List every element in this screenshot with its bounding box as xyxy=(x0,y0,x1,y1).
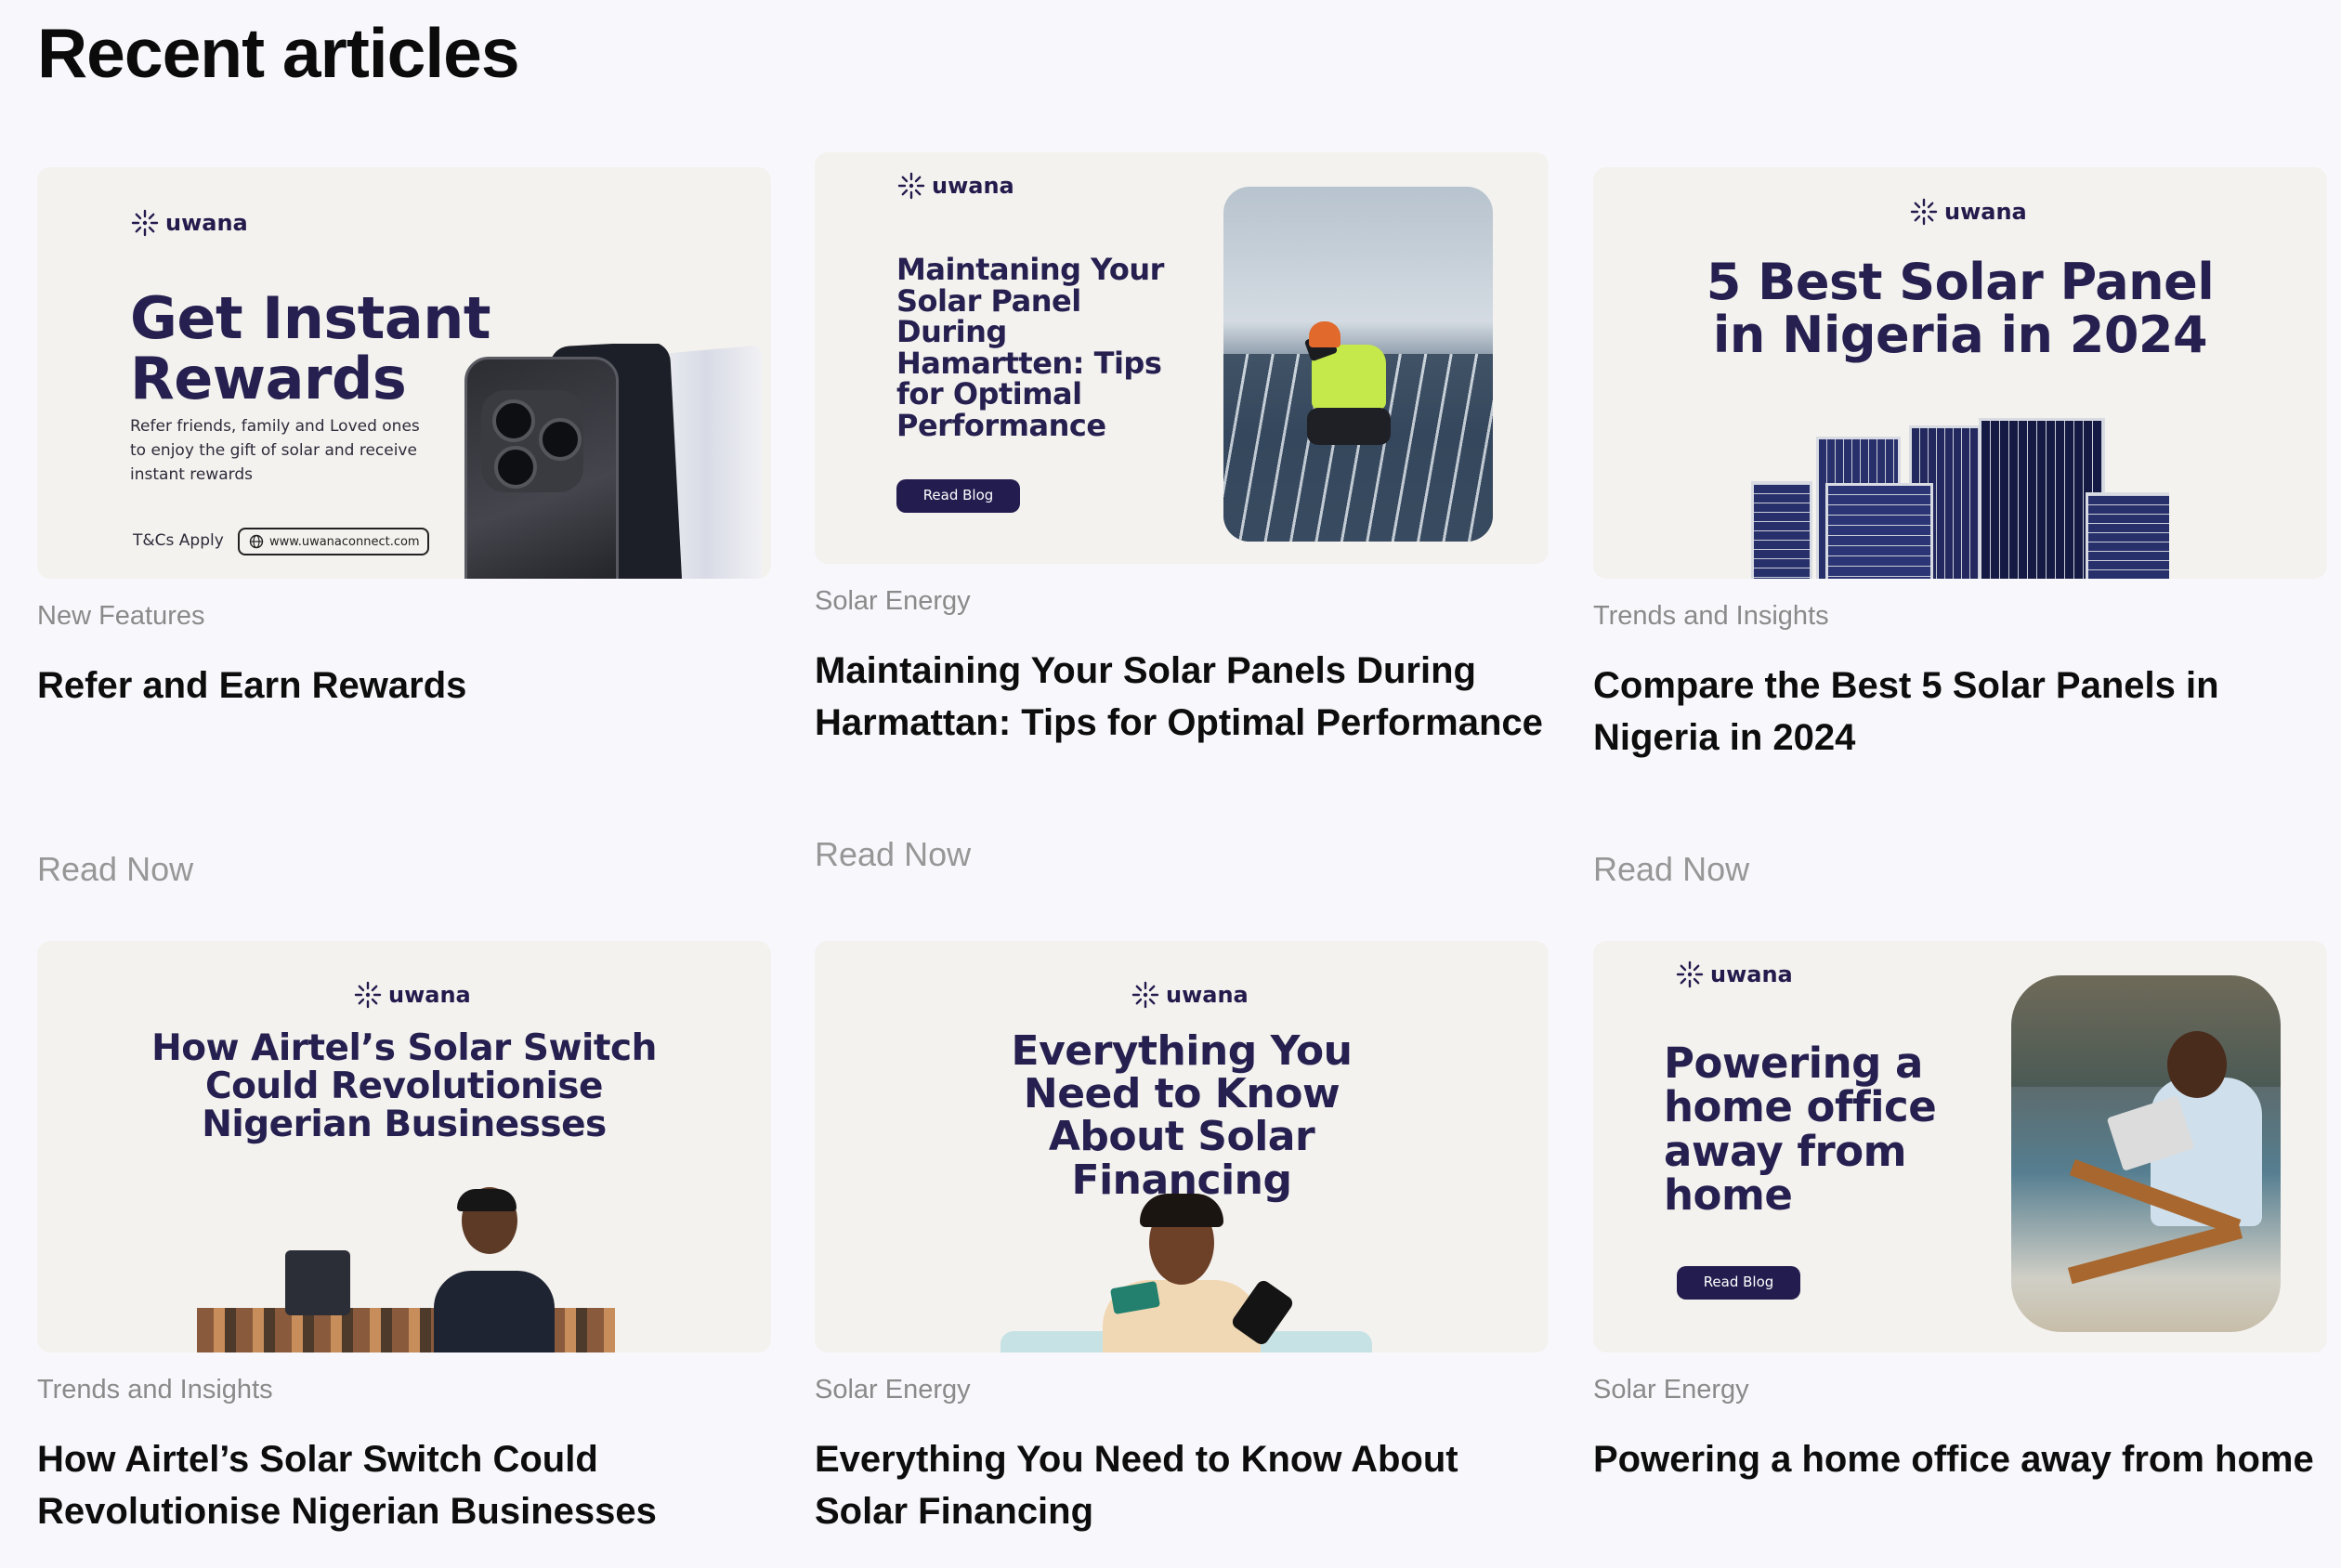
article-thumbnail[interactable]: uwana Powering a home office away from h… xyxy=(1593,941,2327,1352)
banner-headline: 5 Best Solar Panel in Nigeria in 2024 xyxy=(1706,253,2215,364)
article-title[interactable]: How Airtel’s Solar Switch Could Revoluti… xyxy=(37,1433,771,1545)
banner-headline: Powering a home office away from home xyxy=(1664,1039,1937,1220)
solar-technician-photo xyxy=(1223,187,1493,542)
woman-with-card-photo xyxy=(1000,1173,1372,1352)
read-now-link[interactable]: Read Now xyxy=(37,850,193,889)
solar-panels-image xyxy=(1751,418,2169,579)
uwana-logo-icon xyxy=(130,208,160,238)
article-title[interactable]: Compare the Best 5 Solar Panels in Niger… xyxy=(1593,660,2327,771)
uwana-logo: uwana xyxy=(1131,980,1249,1010)
article-category: Solar Energy xyxy=(815,1375,971,1405)
banner-body: Refer friends, family and Loved ones to … xyxy=(130,417,420,484)
article-category: Trends and Insights xyxy=(37,1375,273,1405)
article-thumbnail[interactable]: uwana Get Instant Rewards Refer friends,… xyxy=(37,167,771,579)
article-thumbnail[interactable]: uwana Maintaning Your Solar Panel During… xyxy=(815,152,1549,564)
uwana-logo-icon xyxy=(896,171,926,201)
article-title[interactable]: Powering a home office away from home xyxy=(1593,1433,2327,1545)
tcs-label: T&Cs Apply xyxy=(133,531,224,550)
article-title[interactable]: Everything You Need to Know About Solar … xyxy=(815,1433,1549,1545)
uwana-logo: uwana xyxy=(896,171,1014,201)
article-title[interactable]: Maintaining Your Solar Panels During Har… xyxy=(815,645,1549,756)
banner-headline: Maintaning Your Solar Panel During Hamar… xyxy=(896,252,1164,443)
article-thumbnail[interactable]: uwana 5 Best Solar Panel in Nigeria in 2… xyxy=(1593,167,2327,579)
man-on-beach-photo xyxy=(2011,975,2281,1332)
banner-headline: How Airtel’s Solar Switch Could Revoluti… xyxy=(151,1027,657,1145)
uwana-logo-icon xyxy=(353,980,383,1010)
read-now-link[interactable]: Read Now xyxy=(815,835,971,874)
read-now-link[interactable]: Read Now xyxy=(1593,850,1749,889)
banner-headline: Get Instant Rewards xyxy=(130,284,491,413)
globe-icon xyxy=(249,534,264,549)
article-card-refer-rewards[interactable]: uwana Get Instant Rewards Refer friends,… xyxy=(37,167,771,771)
uwana-logo: uwana xyxy=(353,980,471,1010)
uwana-logo: uwana xyxy=(1909,197,2027,227)
article-thumbnail[interactable]: uwana How Airtel’s Solar Switch Could Re… xyxy=(37,941,771,1352)
read-blog-button[interactable]: Read Blog xyxy=(896,479,1020,513)
uwana-logo-icon xyxy=(1675,960,1705,989)
article-thumbnail[interactable]: uwana Everything You Need to Know About … xyxy=(815,941,1549,1352)
article-card-best-solar-panels[interactable]: uwana 5 Best Solar Panel in Nigeria in 2… xyxy=(1593,167,2327,771)
article-card-harmattan[interactable]: uwana Maintaning Your Solar Panel During… xyxy=(815,152,1549,756)
iphone-image xyxy=(463,344,771,579)
article-category: Solar Energy xyxy=(1593,1375,1749,1405)
uwana-logo: uwana xyxy=(1675,960,1793,989)
uwana-logo-icon xyxy=(1131,980,1160,1010)
uwana-logo-icon xyxy=(1909,197,1939,227)
article-card-home-office[interactable]: uwana Powering a home office away from h… xyxy=(1593,941,2327,1545)
url-chip: www.uwanaconnect.com xyxy=(238,528,429,555)
page-title: Recent articles xyxy=(37,14,520,92)
read-blog-button[interactable]: Read Blog xyxy=(1677,1266,1800,1300)
article-card-airtel-solar[interactable]: uwana How Airtel’s Solar Switch Could Re… xyxy=(37,941,771,1545)
article-category: Trends and Insights xyxy=(1593,601,1829,631)
article-category: Solar Energy xyxy=(815,586,971,616)
article-title[interactable]: Refer and Earn Rewards xyxy=(37,660,771,771)
article-card-solar-financing[interactable]: uwana Everything You Need to Know About … xyxy=(815,941,1549,1545)
article-category: New Features xyxy=(37,601,205,631)
uwana-logo: uwana xyxy=(130,208,248,238)
business-owner-photo xyxy=(197,1187,615,1352)
